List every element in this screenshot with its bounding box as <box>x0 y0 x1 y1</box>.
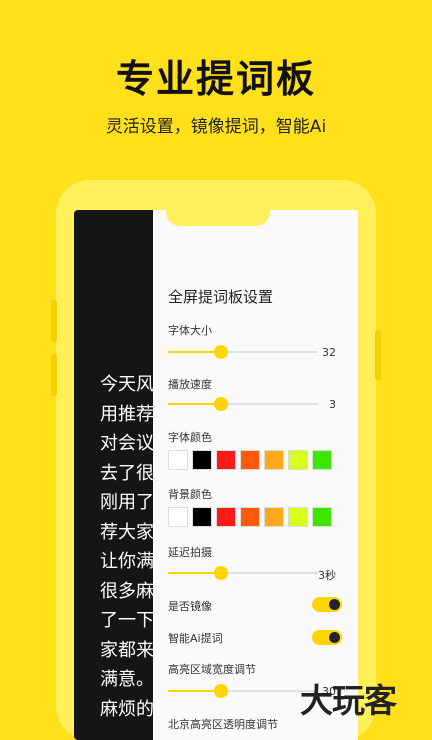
font-size-slider[interactable] <box>168 345 318 359</box>
phone-notch <box>166 210 270 226</box>
font-size-label: 字体大小 <box>168 324 212 337</box>
bg-color-label: 背景颜色 <box>168 488 212 501</box>
color-swatch[interactable] <box>312 450 332 470</box>
headline: 专业提词板 <box>115 57 316 101</box>
delay-value: 3秒 <box>318 569 336 582</box>
fullscreen-settings-panel: 全屏提词板设置 字体大小 32 播放速度 3 字体颜色 背景颜色 延迟拍摄 3秒… <box>153 210 358 740</box>
highlight-width-label: 高亮区域宽度调节 <box>168 663 256 676</box>
slider-thumb[interactable] <box>213 397 228 411</box>
script-line: 家都来 <box>100 639 154 661</box>
color-swatch[interactable] <box>264 450 284 470</box>
script-line: 刚用了 <box>100 492 154 513</box>
color-swatch[interactable] <box>168 450 188 470</box>
smart-ai-label: 智能Ai提词 <box>168 632 223 645</box>
script-line: 满意。 <box>100 669 154 690</box>
watermark-logo: 大玩客 <box>300 681 397 720</box>
script-line: 对会议 <box>100 433 154 454</box>
speed-label: 播放速度 <box>168 378 212 391</box>
color-swatch[interactable] <box>312 507 332 527</box>
color-swatch[interactable] <box>192 450 212 470</box>
delay-slider[interactable] <box>168 566 318 580</box>
highlight-opacity-label: 北京高亮区透明度调节 <box>168 718 278 731</box>
highlight-width-slider[interactable] <box>168 684 318 698</box>
speed-value: 3 <box>329 398 336 411</box>
color-swatch[interactable] <box>216 507 236 527</box>
script-line: 用推荐 <box>100 403 154 425</box>
script-line: 荐大家 <box>100 521 154 543</box>
color-swatch[interactable] <box>288 450 308 470</box>
color-swatch[interactable] <box>264 507 284 527</box>
font-color-label: 字体颜色 <box>168 431 212 444</box>
phone-side-button <box>51 354 57 396</box>
mirror-label: 是否镜像 <box>168 600 212 613</box>
slider-thumb[interactable] <box>213 684 228 698</box>
bg-color-swatches <box>168 507 332 527</box>
color-swatch[interactable] <box>288 507 308 527</box>
color-swatch[interactable] <box>240 507 260 527</box>
font-color-swatches <box>168 450 332 470</box>
phone-side-button <box>51 300 57 342</box>
color-swatch[interactable] <box>216 450 236 470</box>
subline: 灵活设置，镜像提词，智能Ai <box>105 117 327 137</box>
slider-thumb[interactable] <box>213 566 228 580</box>
mirror-toggle[interactable] <box>312 597 342 612</box>
color-swatch[interactable] <box>192 507 212 527</box>
font-size-value: 32 <box>322 346 336 359</box>
script-line: 今天风 <box>100 374 154 395</box>
speed-slider[interactable] <box>168 397 318 411</box>
phone-side-button <box>375 330 381 380</box>
color-swatch[interactable] <box>240 450 260 470</box>
smart-ai-toggle[interactable] <box>312 630 342 645</box>
color-swatch[interactable] <box>168 507 188 527</box>
script-line: 去了很 <box>100 462 154 484</box>
script-line: 很多麻 <box>100 580 154 602</box>
slider-thumb[interactable] <box>213 345 228 359</box>
panel-title: 全屏提词板设置 <box>168 288 274 306</box>
teleprompter-script: 今天风 用推荐 对会议 去了很 刚用了 荐大家 让你满 很多麻 了一下 家都来 满意。 麻烦的 <box>100 370 160 724</box>
delay-label: 延迟拍摄 <box>168 546 212 559</box>
script-line: 让你满 <box>100 551 154 572</box>
script-line: 了一下 <box>100 610 154 631</box>
